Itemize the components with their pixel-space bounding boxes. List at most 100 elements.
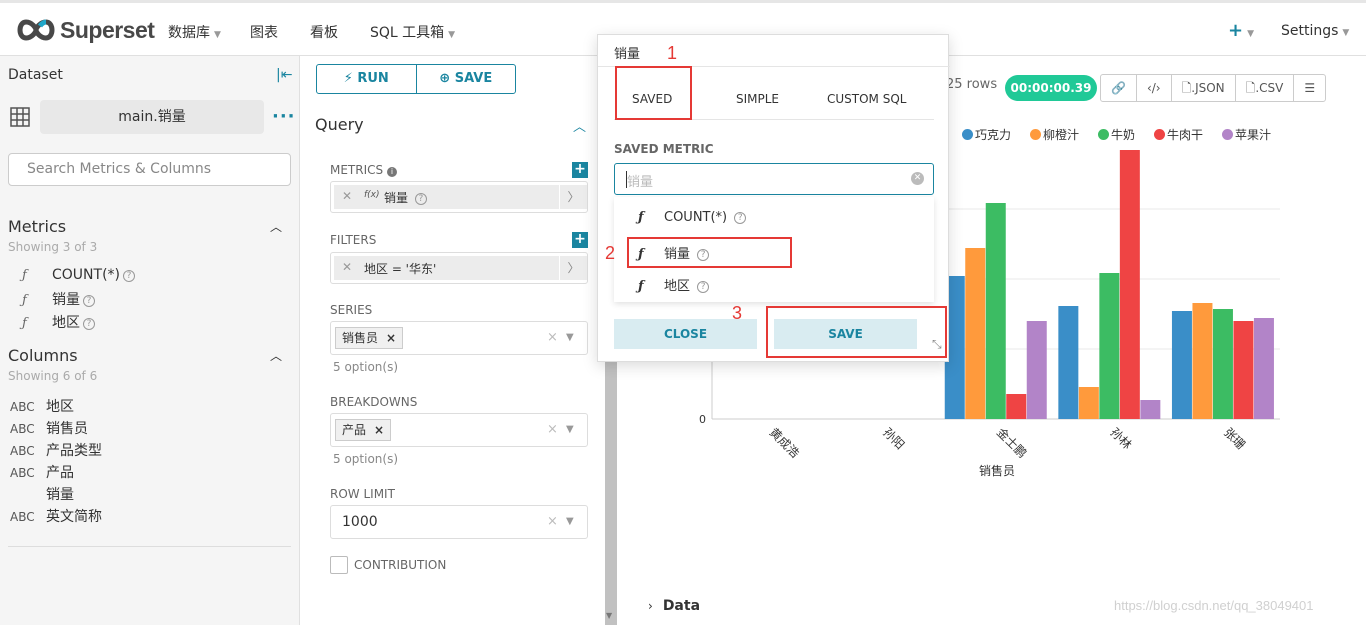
function-icon: ƒ: [638, 279, 644, 294]
metric-pill[interactable]: ✕ f(x) 销量 ? 〉: [334, 185, 587, 209]
save-button[interactable]: ⊕ SAVE: [415, 65, 516, 93]
column-label: 销售员: [46, 421, 88, 437]
run-button[interactable]: ⚡ RUN: [317, 65, 416, 93]
column-type-icon: ABC: [10, 422, 35, 436]
column-item[interactable]: ABC 产品: [10, 462, 74, 482]
column-item[interactable]: 销量: [10, 484, 74, 504]
chevron-up-icon[interactable]: ︿: [270, 347, 282, 364]
chevron-up-icon[interactable]: ︿: [573, 116, 586, 135]
tab-simple[interactable]: SIMPLE: [736, 92, 779, 106]
legend-item[interactable]: 苹果汁: [1222, 126, 1271, 143]
metric-item[interactable]: ƒ 销量?: [22, 289, 95, 309]
legend-item[interactable]: 牛奶: [1098, 126, 1135, 143]
superset-logo[interactable]: Superset: [14, 15, 155, 45]
contribution-label: CONTRIBUTION: [354, 558, 447, 572]
series-tag: 销售员 ×: [335, 327, 404, 349]
chevron-up-icon[interactable]: ︿: [270, 218, 282, 235]
chevron-down-icon: ▼: [214, 30, 221, 40]
chevron-down-icon: ▼: [1342, 28, 1350, 38]
clear-icon[interactable]: ✕: [911, 172, 924, 185]
popover-title[interactable]: 销量: [614, 43, 640, 62]
breakdowns-label: BREAKDOWNS: [330, 395, 418, 409]
question-icon: ?: [734, 212, 747, 224]
option-label: COUNT(*): [664, 210, 728, 225]
metrics-count: Showing 3 of 3: [8, 240, 98, 254]
remove-icon[interactable]: ✕: [342, 189, 352, 203]
column-item[interactable]: ABC 地区: [10, 396, 74, 416]
column-label: 产品: [46, 465, 74, 481]
scroll-down-icon[interactable]: ▼: [606, 611, 616, 620]
bar: [1026, 321, 1047, 419]
dropdown-option[interactable]: ƒ 地区 ?: [638, 275, 710, 294]
metrics-label-text: METRICS: [330, 163, 384, 177]
legend-label: 柳橙汁: [1043, 128, 1080, 142]
tab-custom-sql[interactable]: CUSTOM SQL: [827, 92, 906, 106]
collapse-icon[interactable]: |⇤: [276, 67, 292, 83]
dropdown-option[interactable]: ƒ COUNT(*) ?: [638, 210, 747, 225]
chevron-down-icon[interactable]: ▼: [566, 332, 574, 343]
remove-icon[interactable]: ×: [374, 423, 384, 437]
nav-charts-label: 图表: [250, 25, 278, 41]
clear-icon[interactable]: ×: [547, 422, 558, 437]
filter-pill-label: 地区 = '华东': [364, 262, 437, 276]
dataset-selector[interactable]: main.销量: [40, 100, 264, 134]
remove-icon[interactable]: ✕: [342, 260, 352, 274]
data-section-toggle[interactable]: › Data: [648, 598, 700, 614]
column-label: 销量: [46, 487, 74, 503]
more-options-icon[interactable]: ···: [272, 106, 296, 127]
nav-databases[interactable]: 数据库 ▼: [168, 22, 221, 42]
chevron-down-icon[interactable]: ▼: [566, 516, 574, 527]
nav-dashboards[interactable]: 看板: [310, 22, 338, 42]
nav-charts[interactable]: 图表: [250, 22, 278, 42]
chevron-right-icon[interactable]: 〉: [559, 256, 587, 280]
x-tick-label: 孙阳: [880, 425, 907, 452]
plus-icon: +: [1228, 20, 1244, 41]
metric-label: 地区: [52, 315, 80, 331]
info-icon: i: [386, 167, 397, 177]
row-limit-select[interactable]: 1000 × ▼: [330, 505, 588, 539]
fx-icon: f(x): [364, 190, 380, 200]
remove-icon[interactable]: ×: [386, 331, 396, 345]
new-menu[interactable]: + ▼: [1228, 20, 1254, 41]
bar: [1192, 303, 1213, 419]
filter-pill[interactable]: ✕ 地区 = '华东' 〉: [334, 256, 587, 280]
question-icon[interactable]: ?: [123, 270, 135, 282]
add-filter-button[interactable]: +: [572, 232, 588, 248]
legend-item[interactable]: 巧克力: [962, 126, 1011, 143]
legend-label: 苹果汁: [1235, 128, 1272, 142]
column-type-icon: ABC: [10, 400, 35, 414]
metric-item[interactable]: ƒ 地区?: [22, 312, 95, 332]
add-metric-button[interactable]: +: [572, 162, 588, 178]
legend-dot: [1154, 129, 1165, 140]
metric-label: 销量: [52, 292, 80, 308]
column-label: 产品类型: [46, 443, 102, 459]
contribution-checkbox[interactable]: [330, 556, 348, 574]
clear-icon[interactable]: ×: [547, 514, 558, 529]
metrics-columns-search-input[interactable]: Search Metrics & Columns: [8, 153, 291, 186]
nav-sql-lab[interactable]: SQL 工具箱 ▼: [370, 22, 455, 42]
metric-pill-value: 销量: [384, 191, 409, 205]
columns-section-title[interactable]: Columns: [8, 346, 78, 365]
metrics-section-title[interactable]: Metrics: [8, 217, 66, 236]
chevron-right-icon[interactable]: 〉: [559, 185, 587, 209]
metric-item[interactable]: ƒ COUNT(*)?: [22, 267, 135, 283]
column-item[interactable]: ABC 销售员: [10, 418, 88, 438]
legend-item[interactable]: 柳橙汁: [1030, 126, 1079, 143]
clear-icon[interactable]: ×: [547, 330, 558, 345]
chevron-down-icon[interactable]: ▼: [566, 424, 574, 435]
settings-menu[interactable]: Settings ▼: [1281, 23, 1349, 39]
legend-item[interactable]: 牛肉干: [1154, 126, 1203, 143]
y-tick-label: 0: [699, 413, 706, 426]
saved-metric-select[interactable]: 销量 ✕: [614, 163, 934, 195]
column-item[interactable]: ABC 产品类型: [10, 440, 102, 460]
column-item[interactable]: ABC 英文简称: [10, 506, 102, 526]
query-section-title[interactable]: Query: [315, 115, 364, 134]
series-select[interactable]: 销售员 × × ▼: [330, 321, 588, 355]
annotation-box-2: [627, 237, 792, 268]
breakdowns-select[interactable]: 产品 × × ▼: [330, 413, 588, 447]
bar: [1099, 273, 1120, 419]
question-icon[interactable]: ?: [83, 318, 95, 330]
legend-dot: [1030, 129, 1041, 140]
question-icon[interactable]: ?: [83, 295, 95, 307]
filters-control: ✕ 地区 = '华东' 〉: [330, 252, 588, 284]
